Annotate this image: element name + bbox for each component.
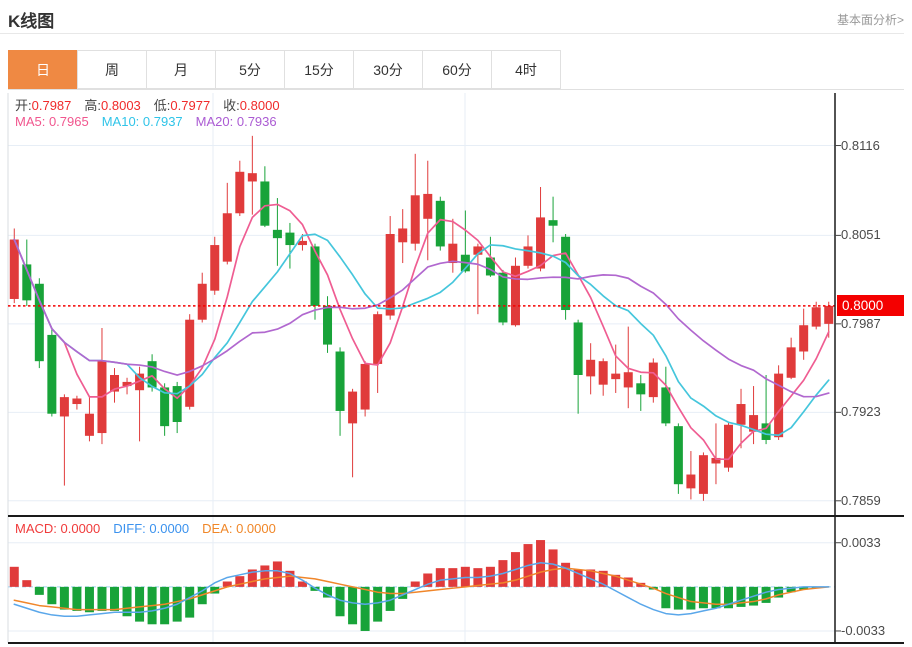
candle-body — [598, 361, 608, 385]
candle-body — [498, 272, 508, 323]
legend-item: 高:0.8003 — [84, 98, 141, 113]
macd-bar — [448, 568, 458, 587]
candle-body — [561, 236, 571, 311]
candle-body — [536, 217, 546, 269]
candle-body — [185, 319, 195, 407]
ohlc-legend: 开:0.7987 高:0.8003 低:0.7977 收:0.8000 — [15, 95, 280, 114]
axis-label: 0.8051 — [841, 227, 881, 243]
legend-item: DEA: 0.0000 — [202, 521, 276, 536]
candle-body — [548, 220, 558, 226]
candle-body — [272, 229, 282, 239]
candle-body — [398, 228, 408, 243]
macd-bar — [711, 586, 721, 609]
candle-body — [423, 193, 433, 219]
axis-label: 0.7987 — [841, 315, 881, 331]
candle-body — [799, 325, 809, 352]
candle-body — [197, 283, 207, 320]
axis-label: 0.0033 — [841, 534, 881, 550]
axis-label: 0.8116 — [841, 137, 880, 153]
macd-bar — [110, 586, 120, 611]
candle-body — [410, 195, 420, 244]
candle-body — [686, 474, 696, 489]
macd-bar — [185, 586, 195, 618]
candle-body — [210, 245, 220, 291]
candle-body — [335, 351, 345, 411]
candle-body — [47, 334, 57, 414]
candle-body — [222, 213, 232, 262]
candle-body — [348, 391, 358, 424]
macd-bar — [72, 586, 82, 611]
candle-body — [235, 171, 245, 214]
candle-body — [824, 305, 834, 324]
candle-body — [385, 234, 395, 316]
candle-body — [323, 305, 333, 345]
candle-body — [661, 387, 671, 424]
macd-bar — [360, 586, 370, 631]
macd-bar — [260, 565, 270, 587]
candle-body — [523, 246, 533, 266]
macd-bar — [761, 586, 771, 603]
axis-label: 0.7923 — [841, 404, 881, 420]
macd-bar — [9, 566, 19, 587]
candle-body — [72, 398, 82, 405]
candle-body — [34, 283, 44, 362]
candle-body — [811, 307, 821, 327]
macd-bar — [97, 586, 107, 611]
candle-body — [648, 362, 658, 398]
macd-bar — [698, 586, 708, 609]
macd-bar — [410, 581, 420, 587]
candle-body — [84, 413, 94, 436]
macd-bar — [135, 586, 145, 622]
legend-item: MA10: 0.7937 — [101, 114, 183, 129]
macd-bar — [348, 586, 358, 625]
candle-body — [636, 383, 646, 395]
candle-body — [723, 424, 733, 468]
candle-body — [611, 373, 621, 380]
macd-legend: MACD: 0.0000 DIFF: 0.0000 DEA: 0.0000 — [15, 521, 276, 536]
macd-bar — [59, 586, 69, 610]
candle-body — [360, 363, 370, 410]
macd-bar — [272, 561, 282, 587]
candle-body — [698, 455, 708, 494]
axis-label: -0.0033 — [841, 622, 886, 638]
candle-body — [761, 423, 771, 440]
macd-bar — [22, 580, 32, 587]
macd-bar — [435, 568, 445, 587]
macd-bar — [686, 586, 696, 610]
candle-body — [247, 173, 257, 182]
candle-body — [673, 426, 683, 485]
axis-label: 0.7859 — [841, 492, 881, 508]
candle-body — [373, 314, 383, 364]
macd-bar — [34, 586, 44, 595]
kline-widget: K线图 基本面分析> 日周月 5分 15分 30分 60分 4时 开:0.7987 高:0.… — [0, 0, 912, 647]
candle-body — [586, 359, 596, 377]
macd-bar — [548, 549, 558, 587]
macd-bar — [661, 586, 671, 609]
candle-body — [285, 232, 295, 246]
chart-region: 开:0.7987 高:0.8003 低:0.7977 收:0.8000 MA5: 0.… — [0, 0, 912, 647]
legend-item: MA5: 0.7965 — [15, 114, 89, 129]
legend-item: MA20: 0.7936 — [195, 114, 277, 129]
ma-legend: MA5: 0.7965 MA10: 0.7937 MA20: 0.7936 — [15, 114, 277, 129]
legend-item: 开:0.7987 — [15, 98, 72, 113]
candle-body — [786, 347, 796, 378]
current-price-badge: 0.8000 — [837, 294, 904, 316]
macd-bar — [47, 586, 57, 605]
legend-item: 收:0.8000 — [223, 98, 280, 113]
legend-item: 低:0.7977 — [153, 98, 211, 113]
candle-body — [59, 397, 69, 417]
legend-item: DIFF: 0.0000 — [113, 521, 190, 536]
macd-bar — [160, 586, 170, 625]
legend-item: MACD: 0.0000 — [15, 521, 101, 536]
candle-body — [448, 243, 458, 264]
macd-bar — [84, 586, 94, 613]
candle-body — [623, 372, 633, 388]
candle-body — [573, 322, 583, 375]
candle-body — [736, 404, 746, 425]
candle-body — [260, 181, 270, 226]
